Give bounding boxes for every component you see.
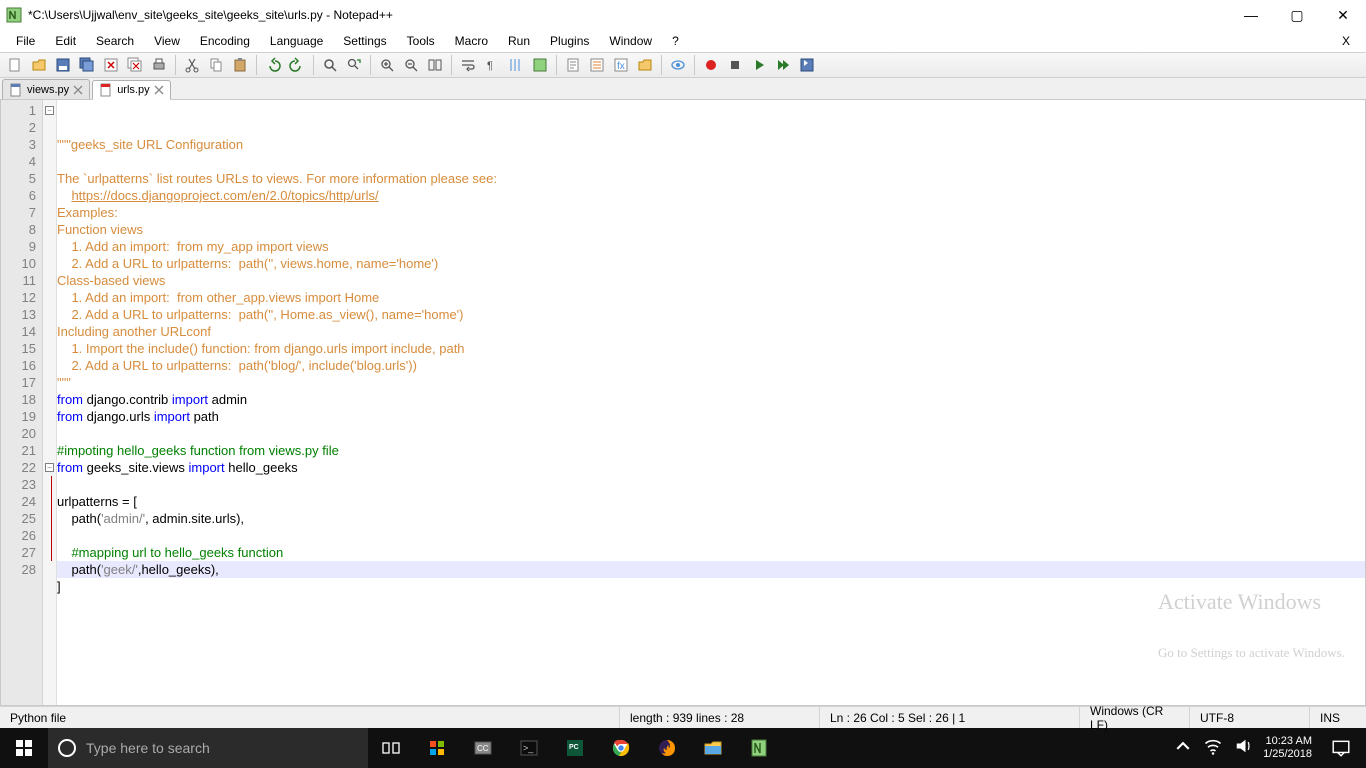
toolbar-cut-icon[interactable] xyxy=(181,54,203,76)
toolbar-word-wrap-icon[interactable] xyxy=(457,54,479,76)
tab-urls-py[interactable]: urls.py xyxy=(92,80,170,100)
toolbar-stop-macro-icon[interactable] xyxy=(724,54,746,76)
search-placeholder: Type here to search xyxy=(86,740,210,756)
taskbar-app-colored-icon[interactable] xyxy=(414,728,460,768)
toolbar: ¶ fx xyxy=(0,52,1366,78)
toolbar-save-all-icon[interactable] xyxy=(76,54,98,76)
menu-language[interactable]: Language xyxy=(260,31,333,51)
toolbar-zoom-out-icon[interactable] xyxy=(400,54,422,76)
status-encoding[interactable]: UTF-8 xyxy=(1190,707,1310,728)
status-cursor-position: Ln : 26 Col : 5 Sel : 26 | 1 xyxy=(820,707,1080,728)
menu-help[interactable]: ? xyxy=(662,31,689,51)
toolbar-undo-icon[interactable] xyxy=(262,54,284,76)
toolbar-indent-guide-icon[interactable] xyxy=(505,54,527,76)
toolbar-doc-map-icon[interactable] xyxy=(562,54,584,76)
menu-edit[interactable]: Edit xyxy=(45,31,86,51)
svg-text:>_: >_ xyxy=(523,743,534,753)
toolbar-print-icon[interactable] xyxy=(148,54,170,76)
window-maximize-button[interactable]: ▢ xyxy=(1274,0,1320,30)
tab-label: urls.py xyxy=(117,84,149,96)
tray-notifications-icon[interactable] xyxy=(1322,728,1360,768)
tab-close-icon[interactable] xyxy=(73,85,83,95)
toolbar-copy-icon[interactable] xyxy=(205,54,227,76)
status-length-lines: length : 939 lines : 28 xyxy=(620,707,820,728)
taskbar-search[interactable]: Type here to search xyxy=(48,728,368,768)
menu-macro[interactable]: Macro xyxy=(445,31,498,51)
window-close-button[interactable]: ✕ xyxy=(1320,0,1366,30)
secondary-close-button[interactable]: X xyxy=(1326,31,1366,51)
toolbar-open-icon[interactable] xyxy=(28,54,50,76)
taskbar-chrome-icon[interactable] xyxy=(598,728,644,768)
toolbar-monitor-icon[interactable] xyxy=(667,54,689,76)
tab-views-py[interactable]: views.py xyxy=(2,79,90,99)
toolbar-folder-icon[interactable] xyxy=(634,54,656,76)
toolbar-new-icon[interactable] xyxy=(4,54,26,76)
taskbar-explorer-icon[interactable] xyxy=(690,728,736,768)
tray-clock[interactable]: 10:23 AM 1/25/2018 xyxy=(1263,735,1312,761)
svg-text:fx: fx xyxy=(617,61,625,72)
tab-label: views.py xyxy=(27,84,69,96)
toolbar-show-all-chars-icon[interactable]: ¶ xyxy=(481,54,503,76)
line-number-gutter: 1234567891011121314151617181920212223242… xyxy=(1,100,43,705)
document-tab-bar: views.py urls.py xyxy=(0,78,1366,100)
toolbar-redo-icon[interactable] xyxy=(286,54,308,76)
task-view-icon[interactable] xyxy=(368,728,414,768)
toolbar-user-lang-icon[interactable] xyxy=(529,54,551,76)
taskbar-cmd-icon[interactable]: >_ xyxy=(506,728,552,768)
taskbar-cc-icon[interactable]: CC xyxy=(460,728,506,768)
code-area[interactable]: """geeks_site URL ConfigurationThe `urlp… xyxy=(57,100,1365,705)
menu-view[interactable]: View xyxy=(144,31,190,51)
app-icon xyxy=(6,7,22,23)
tab-close-icon[interactable] xyxy=(154,85,164,95)
taskbar-pycharm-icon[interactable]: PC xyxy=(552,728,598,768)
menu-run[interactable]: Run xyxy=(498,31,540,51)
toolbar-zoom-in-icon[interactable] xyxy=(376,54,398,76)
toolbar-function-list-icon[interactable]: fx xyxy=(610,54,632,76)
windows-taskbar: Type here to search CC >_ PC 10:23 AM 1/… xyxy=(0,728,1366,768)
cortana-icon xyxy=(58,739,76,757)
toolbar-save-icon[interactable] xyxy=(52,54,74,76)
toolbar-replace-icon[interactable] xyxy=(343,54,365,76)
status-insert-mode[interactable]: INS xyxy=(1310,707,1366,728)
toolbar-save-macro-icon[interactable] xyxy=(796,54,818,76)
toolbar-sync-scroll-icon[interactable] xyxy=(424,54,446,76)
start-button[interactable] xyxy=(0,728,48,768)
code-editor[interactable]: 1234567891011121314151617181920212223242… xyxy=(0,100,1366,706)
toolbar-play-macro-icon[interactable] xyxy=(748,54,770,76)
tray-chevron-up-icon[interactable] xyxy=(1173,736,1193,761)
status-eol[interactable]: Windows (CR LF) xyxy=(1080,707,1190,728)
menu-bar: File Edit Search View Encoding Language … xyxy=(0,30,1366,52)
taskbar-notepadpp-icon[interactable] xyxy=(736,728,782,768)
toolbar-play-multi-icon[interactable] xyxy=(772,54,794,76)
toolbar-record-macro-icon[interactable] xyxy=(700,54,722,76)
window-titlebar: *C:\Users\Ujjwal\env_site\geeks_site\gee… xyxy=(0,0,1366,30)
menu-plugins[interactable]: Plugins xyxy=(540,31,599,51)
toolbar-close-icon[interactable] xyxy=(100,54,122,76)
status-file-type: Python file xyxy=(0,707,620,728)
menu-encoding[interactable]: Encoding xyxy=(190,31,260,51)
toolbar-find-icon[interactable] xyxy=(319,54,341,76)
status-bar: Python file length : 939 lines : 28 Ln :… xyxy=(0,706,1366,728)
menu-tools[interactable]: Tools xyxy=(397,31,445,51)
menu-search[interactable]: Search xyxy=(86,31,144,51)
window-minimize-button[interactable]: — xyxy=(1228,0,1274,30)
tray-wifi-icon[interactable] xyxy=(1203,736,1223,761)
toolbar-doc-list-icon[interactable] xyxy=(586,54,608,76)
svg-text:CC: CC xyxy=(477,744,489,753)
svg-text:¶: ¶ xyxy=(487,60,493,72)
svg-text:PC: PC xyxy=(569,744,579,751)
system-tray: 10:23 AM 1/25/2018 xyxy=(1173,728,1366,768)
toolbar-paste-icon[interactable] xyxy=(229,54,251,76)
menu-file[interactable]: File xyxy=(6,31,45,51)
taskbar-firefox-icon[interactable] xyxy=(644,728,690,768)
menu-window[interactable]: Window xyxy=(599,31,662,51)
window-title: *C:\Users\Ujjwal\env_site\geeks_site\gee… xyxy=(28,8,393,22)
file-icon xyxy=(9,83,23,97)
file-icon xyxy=(99,83,113,97)
menu-settings[interactable]: Settings xyxy=(333,31,396,51)
tray-volume-icon[interactable] xyxy=(1233,736,1253,761)
fold-column[interactable]: −− xyxy=(43,100,57,705)
toolbar-close-all-icon[interactable] xyxy=(124,54,146,76)
